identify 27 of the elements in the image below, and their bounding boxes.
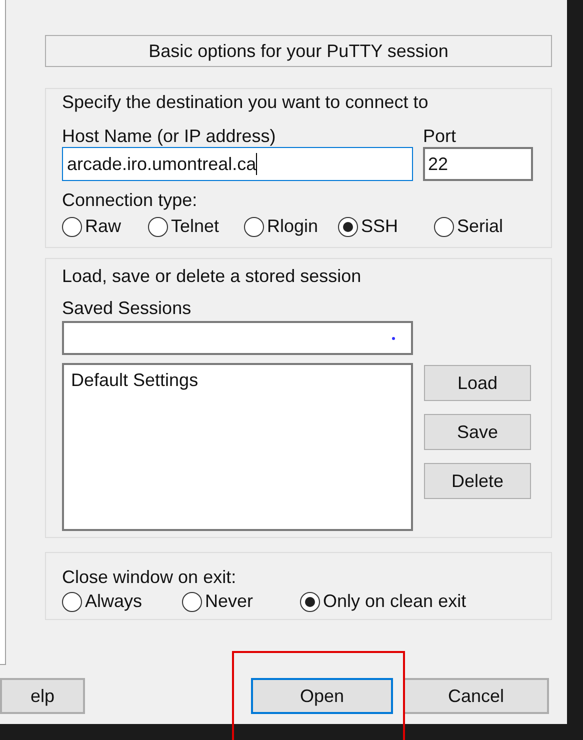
session-item[interactable]: Default Settings bbox=[71, 368, 404, 392]
radio-option[interactable]: Only on clean exit bbox=[300, 588, 500, 615]
dialog-button[interactable]: Open bbox=[251, 678, 393, 714]
session-button[interactable]: Load bbox=[424, 365, 531, 401]
session-list[interactable]: Default Settings bbox=[62, 363, 413, 531]
close-window-label: Close window on exit: bbox=[62, 566, 238, 588]
section-header: Basic options for your PuTTY session bbox=[45, 35, 552, 67]
group-legend: Specify the destination you want to connect to bbox=[62, 91, 535, 113]
dialog-button[interactable]: Cancel bbox=[403, 678, 549, 714]
host-name-field[interactable]: arcade.iro.umontreal.ca bbox=[62, 147, 413, 181]
radio-option[interactable]: Never bbox=[182, 588, 300, 615]
radio-option[interactable]: Raw bbox=[62, 213, 148, 240]
group-legend: Load, save or delete a stored session bbox=[62, 265, 535, 287]
field-label: Saved Sessions bbox=[62, 297, 192, 319]
dialog-button[interactable]: elp bbox=[0, 678, 85, 714]
radio-option[interactable]: SSH bbox=[338, 213, 434, 240]
session-button[interactable]: Save bbox=[424, 414, 531, 450]
session-button[interactable]: Delete bbox=[424, 463, 531, 499]
radio-option[interactable]: Rlogin bbox=[244, 213, 338, 240]
field-label: Port bbox=[423, 125, 458, 147]
saved-session-field[interactable] bbox=[62, 321, 413, 355]
field-label: Host Name (or IP address) bbox=[62, 125, 277, 147]
port-field[interactable]: 22 bbox=[423, 147, 533, 181]
connection-type-label: Connection type: bbox=[62, 189, 198, 211]
radio-option[interactable]: Serial bbox=[434, 213, 524, 240]
radio-option[interactable]: Telnet bbox=[148, 213, 244, 240]
radio-option[interactable]: Always bbox=[62, 588, 182, 615]
